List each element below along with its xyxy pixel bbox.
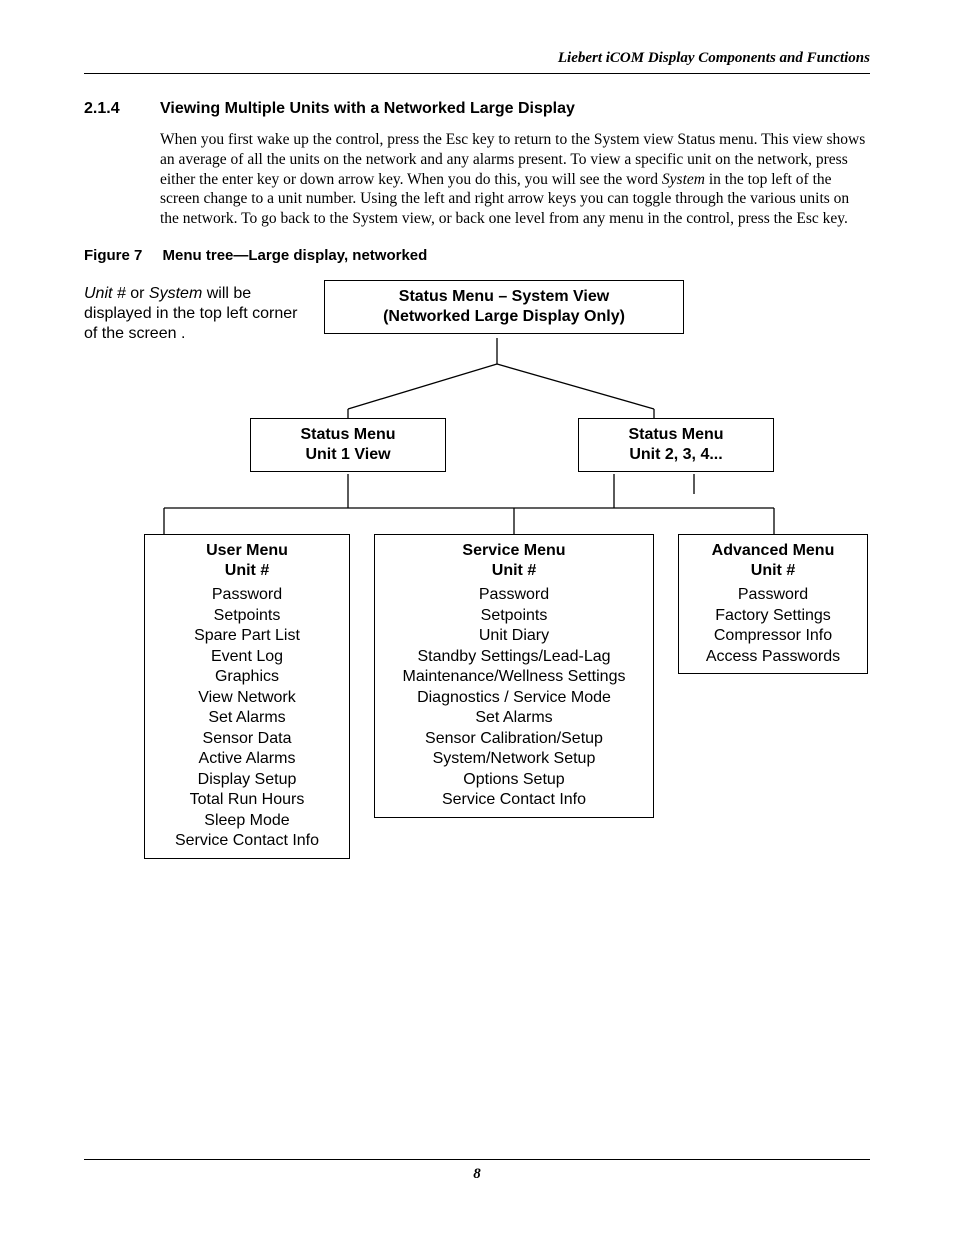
menu-item: View Network <box>153 688 341 708</box>
menu-item: Setpoints <box>153 606 341 626</box>
menu-item: Sensor Data <box>153 729 341 749</box>
menu-item: Standby Settings/Lead-Lag <box>383 647 645 667</box>
box-line: Unit 2, 3, 4... <box>587 445 765 465</box>
menu-item: Set Alarms <box>383 708 645 728</box>
note-italic-1: Unit # <box>84 285 130 302</box>
box-title: Unit # <box>383 561 645 581</box>
menu-item: Service Contact Info <box>153 831 341 851</box>
note-italic-2: System <box>149 285 202 302</box>
note-text-1: or <box>130 285 149 302</box>
box-line: Unit 1 View <box>259 445 437 465</box>
box-user-menu: User Menu Unit # PasswordSetpointsSpare … <box>144 534 350 859</box>
box-line: (Networked Large Display Only) <box>333 307 675 327</box>
menu-item: Password <box>687 585 859 605</box>
menu-item: Graphics <box>153 667 341 687</box>
menu-item: Service Contact Info <box>383 790 645 810</box>
section-heading: 2.1.4 Viewing Multiple Units with a Netw… <box>84 100 870 118</box>
figure-caption: Figure 7 Menu tree—Large display, networ… <box>84 247 870 264</box>
page: Liebert iCOM Display Components and Func… <box>0 0 954 1235</box>
box-line: Status Menu – System View <box>333 287 675 307</box>
diagram-note: Unit # or System will be displayed in th… <box>84 284 304 344</box>
box-title: User Menu <box>153 541 341 561</box>
box-status-unit-n: Status Menu Unit 2, 3, 4... <box>578 418 774 472</box>
body-paragraph: When you first wake up the control, pres… <box>160 130 870 229</box>
menu-item: Sensor Calibration/Setup <box>383 729 645 749</box>
menu-item: Total Run Hours <box>153 790 341 810</box>
section-title: Viewing Multiple Units with a Networked … <box>160 100 575 118</box>
menu-item: Options Setup <box>383 770 645 790</box>
box-items: PasswordFactory SettingsCompressor InfoA… <box>687 585 859 667</box>
menu-item: Compressor Info <box>687 626 859 646</box>
box-title: Advanced Menu <box>687 541 859 561</box>
box-service-menu: Service Menu Unit # PasswordSetpointsUni… <box>374 534 654 818</box>
menu-item: Password <box>383 585 645 605</box>
page-number: 8 <box>473 1166 481 1182</box>
box-status-system-view: Status Menu – System View (Networked Lar… <box>324 280 684 334</box>
page-footer: 8 <box>84 1159 870 1183</box>
menu-item: Display Setup <box>153 770 341 790</box>
menu-item: Maintenance/Wellness Settings <box>383 667 645 687</box>
box-items: PasswordSetpointsSpare Part ListEvent Lo… <box>153 585 341 851</box>
menu-item: Event Log <box>153 647 341 667</box>
menu-item: Password <box>153 585 341 605</box>
box-status-unit1: Status Menu Unit 1 View <box>250 418 446 472</box>
menu-item: Factory Settings <box>687 606 859 626</box>
menu-item: Unit Diary <box>383 626 645 646</box>
box-line: Status Menu <box>587 425 765 445</box>
box-items: PasswordSetpointsUnit DiaryStandby Setti… <box>383 585 645 810</box>
box-title: Unit # <box>153 561 341 581</box>
box-line: Status Menu <box>259 425 437 445</box>
box-title: Service Menu <box>383 541 645 561</box>
menu-item: Set Alarms <box>153 708 341 728</box>
section-number: 2.1.4 <box>84 100 160 118</box>
box-advanced-menu: Advanced Menu Unit # PasswordFactory Set… <box>678 534 868 674</box>
figure-title: Menu tree—Large display, networked <box>163 247 428 264</box>
menu-item: Diagnostics / Service Mode <box>383 688 645 708</box>
menu-item: Sleep Mode <box>153 811 341 831</box>
menu-item: System/Network Setup <box>383 749 645 769</box>
menu-item: Spare Part List <box>153 626 341 646</box>
running-head: Liebert iCOM Display Components and Func… <box>84 50 870 74</box>
menu-item: Active Alarms <box>153 749 341 769</box>
menu-item: Setpoints <box>383 606 645 626</box>
figure-label: Figure 7 <box>84 247 142 264</box>
menu-item: Access Passwords <box>687 647 859 667</box>
box-title: Unit # <box>687 561 859 581</box>
menu-tree-diagram: Unit # or System will be displayed in th… <box>84 274 870 904</box>
